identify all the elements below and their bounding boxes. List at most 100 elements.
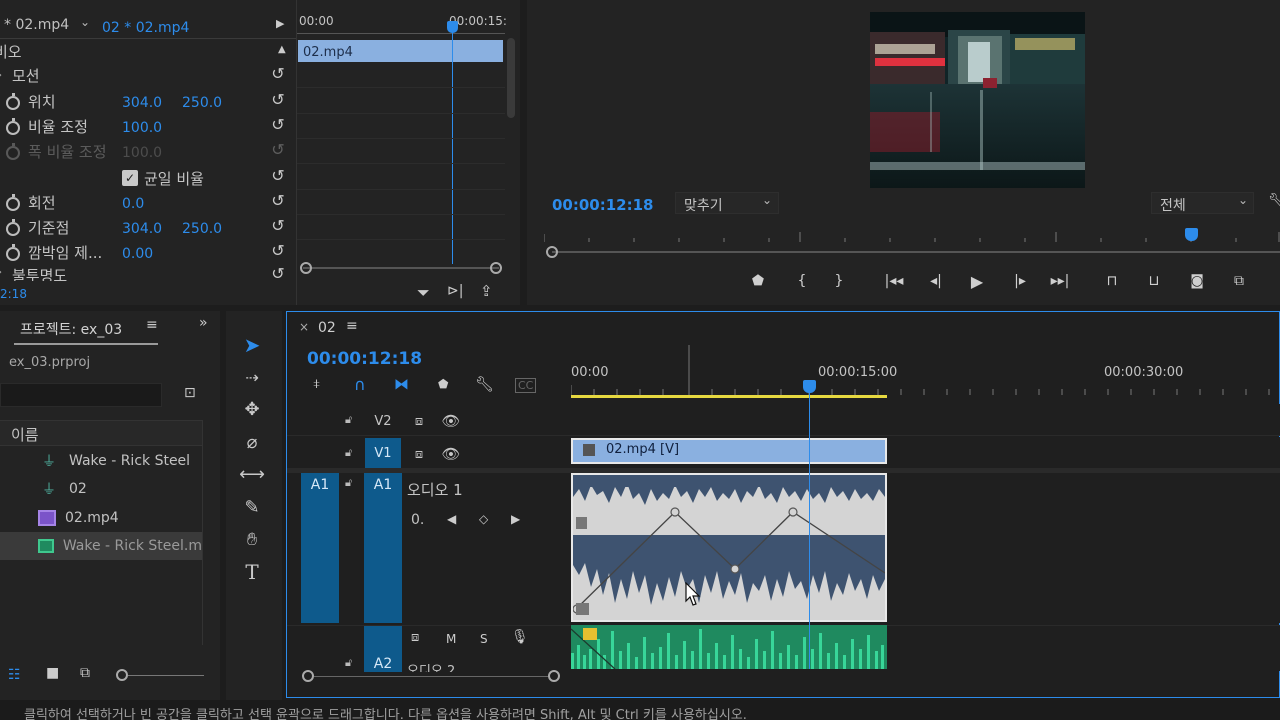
zoom-handle-right[interactable] [490, 262, 502, 274]
lift-icon[interactable]: ⊓ [1100, 270, 1124, 292]
step-back-icon[interactable]: ◂| [924, 270, 948, 292]
anchor-x-value[interactable]: 304.0 [122, 221, 162, 237]
zoom-handle-right[interactable] [548, 670, 560, 682]
uniform-scale-checkbox[interactable]: ✓ [122, 170, 138, 186]
panel-menu-icon[interactable]: ≡ [346, 318, 358, 334]
panel-expand-icon[interactable]: » [199, 315, 208, 331]
slip-tool-icon[interactable]: ⟷ [238, 460, 266, 488]
prev-keyframe-icon[interactable]: ◀ [447, 512, 456, 526]
sequence-tab[interactable]: 02 [318, 320, 336, 336]
hand-tool-icon[interactable]: ✋︎ [238, 525, 266, 553]
program-playhead-marker[interactable] [1185, 228, 1198, 241]
track-label-v2[interactable]: V2 [365, 406, 401, 436]
nest-icon[interactable]: ⧧ [313, 376, 320, 392]
column-header[interactable]: 이름 [0, 420, 202, 446]
sequence-clip-tab[interactable]: 02 * 02.mp4 [102, 20, 189, 36]
zoom-slider-handle[interactable] [116, 669, 128, 681]
mini-playhead-head[interactable] [447, 21, 458, 33]
icon-view-icon[interactable]: ■ [46, 665, 59, 681]
wrench-icon[interactable]: 🔧︎ [475, 375, 494, 393]
program-timecode[interactable]: 00:00:12:18 [552, 196, 654, 214]
microphone-icon[interactable]: 🎙︎ [511, 629, 529, 645]
type-tool-icon[interactable]: T [238, 558, 266, 586]
track-select-tool-icon[interactable]: ⇢ [238, 363, 266, 391]
selection-tool-icon[interactable]: ➤ [238, 331, 266, 359]
program-video-frame[interactable] [870, 12, 1085, 188]
program-zoom-bar[interactable] [552, 251, 1280, 253]
project-item[interactable]: ⏚ 02 [0, 475, 202, 503]
video-clip[interactable]: 02.mp4 [V] [571, 438, 887, 464]
new-bin-search-icon[interactable]: ⊡ [184, 385, 196, 401]
anchor-y-value[interactable]: 250.0 [182, 221, 222, 237]
eye-icon[interactable]: 👁︎ [440, 439, 462, 469]
export-icon[interactable]: ⇪ [480, 282, 493, 300]
stopwatch-icon[interactable] [6, 194, 20, 211]
lock-icon[interactable]: 🔓︎ [345, 656, 352, 670]
source-clip-tab[interactable]: * 02.mp4 [4, 17, 69, 33]
timeline-ruler[interactable] [570, 345, 1280, 397]
source-patch-a1[interactable]: A1 [301, 473, 339, 623]
mini-clip[interactable]: 02.mp4 [298, 40, 503, 62]
scale-value[interactable]: 100.0 [122, 120, 162, 136]
freeform-view-icon[interactable]: ⧉ [80, 665, 90, 681]
expand-caret-icon[interactable]: › [0, 267, 2, 278]
rotation-value[interactable]: 0.0 [122, 196, 144, 212]
extract-icon[interactable]: ⊔ [1142, 270, 1166, 292]
mini-playhead[interactable] [452, 24, 453, 264]
flicker-value[interactable]: 0.00 [122, 246, 153, 262]
solo-button[interactable]: S [480, 632, 488, 646]
project-search-input[interactable] [0, 383, 162, 407]
captions-icon[interactable]: CC [515, 378, 537, 393]
compare-view-icon[interactable]: ⧉ [1227, 270, 1251, 292]
program-ruler[interactable] [543, 226, 1280, 242]
mute-button[interactable]: M [446, 632, 456, 646]
work-area-bar[interactable] [571, 395, 887, 398]
reset-icon[interactable]: ↺ [268, 65, 288, 83]
position-y-value[interactable]: 250.0 [182, 95, 222, 111]
next-keyframe-icon[interactable]: ▶ [511, 512, 520, 526]
timeline-timecode[interactable]: 00:00:12:18 [307, 349, 422, 369]
sync-lock-icon[interactable]: ⧈ [408, 439, 430, 469]
expand-caret-icon[interactable]: › [0, 70, 2, 81]
step-forward-icon[interactable]: |▸ [1008, 270, 1032, 292]
timeline-playhead-head[interactable] [803, 380, 816, 393]
linked-selection-icon[interactable]: ⧓ [394, 375, 409, 393]
stopwatch-icon[interactable] [6, 118, 20, 135]
collapse-up-icon[interactable]: ▲ [278, 44, 286, 55]
track-label-a1[interactable]: A1 [364, 473, 402, 623]
camera-icon[interactable]: ◙ [1185, 270, 1209, 292]
zoom-handle-left[interactable] [300, 262, 312, 274]
add-keyframe-icon[interactable]: ◇ [479, 512, 488, 526]
eye-icon[interactable]: 👁︎ [440, 406, 462, 436]
mini-zoom-bar[interactable] [303, 267, 499, 269]
list-view-icon[interactable]: ☷ [8, 667, 21, 683]
audio-clip-a1[interactable] [571, 473, 887, 622]
audio-clip-a2[interactable] [571, 625, 887, 669]
mini-scrollbar[interactable] [507, 38, 515, 118]
track-label-a2[interactable]: A2 [364, 626, 402, 672]
reset-icon[interactable]: ↺ [268, 265, 288, 281]
project-item-selected[interactable]: Wake - Rick Steel.m [0, 532, 202, 560]
reset-icon[interactable]: ↺ [268, 91, 288, 109]
zoom-slider-track[interactable] [128, 675, 204, 676]
mark-out-icon[interactable]: } [827, 270, 851, 292]
position-x-value[interactable]: 304.0 [122, 95, 162, 111]
timeline-zoom-bar[interactable] [314, 676, 550, 677]
play-icon[interactable]: ▶ [965, 270, 989, 292]
razor-tool-icon[interactable]: ⌀ [238, 428, 266, 456]
reset-icon[interactable]: ↺ [268, 242, 288, 260]
filter-icon[interactable]: ⏷ [417, 283, 430, 303]
add-marker-icon[interactable]: ⬟ [746, 270, 770, 292]
close-tab-icon[interactable]: × [299, 320, 309, 334]
go-to-in-icon[interactable]: |◂◂ [882, 270, 906, 292]
stopwatch-icon[interactable] [6, 219, 20, 236]
reset-icon[interactable]: ↺ [268, 116, 288, 134]
quality-dropdown[interactable]: 전체 ⌄ [1151, 192, 1254, 214]
reset-icon[interactable]: ↺ [268, 192, 288, 210]
reset-icon[interactable]: ↺ [268, 167, 288, 185]
track-label-v1[interactable]: V1 [365, 438, 401, 468]
sync-lock-icon[interactable]: ⧈ [408, 406, 430, 436]
effect-controls-timecode[interactable]: 2:18 [0, 287, 27, 301]
snap-icon[interactable]: ∩ [354, 375, 366, 394]
project-item[interactable]: 02.mp4 [0, 504, 202, 532]
